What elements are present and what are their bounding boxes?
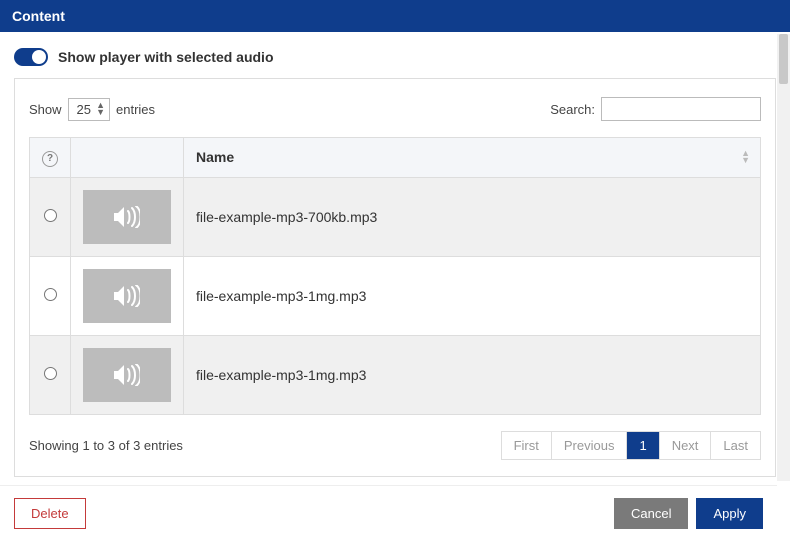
entries-prefix: Show [29,102,62,117]
row-radio[interactable] [44,209,57,222]
table-row: file-example-mp3-700kb.mp3 [30,177,761,256]
table-row: file-example-mp3-1mg.mp3 [30,256,761,335]
col-name-label: Name [196,149,234,165]
table-controls-top: Show 25 ▲▼ entries Search: [29,97,761,121]
footer-right: Cancel Apply [614,498,763,529]
page-previous[interactable]: Previous [551,432,627,459]
table-info: Showing 1 to 3 of 3 entries [29,438,183,453]
search-label: Search: [550,102,595,117]
delete-button[interactable]: Delete [14,498,86,529]
search-input[interactable] [601,97,761,121]
file-name: file-example-mp3-1mg.mp3 [196,288,366,304]
cancel-button[interactable]: Cancel [614,498,688,529]
toggle-label: Show player with selected audio [58,49,274,65]
page-number[interactable]: 1 [626,432,658,459]
entries-value: 25 [77,102,91,117]
scrollbar-thumb[interactable] [779,34,788,84]
audio-thumbnail[interactable] [83,269,171,323]
file-name: file-example-mp3-1mg.mp3 [196,367,366,383]
updown-icon: ▲▼ [96,102,105,116]
content-table: ? Name ▲▼ file-example-mp3-700kb.mp3 [29,137,761,415]
entries-control: Show 25 ▲▼ entries [29,98,155,121]
table-controls-bottom: Showing 1 to 3 of 3 entries First Previo… [29,431,761,460]
page-next[interactable]: Next [659,432,711,459]
panel-header: Content [0,0,790,32]
show-player-toggle[interactable] [14,48,48,66]
file-name: file-example-mp3-700kb.mp3 [196,209,377,225]
table-row: file-example-mp3-1mg.mp3 [30,335,761,414]
footer: Delete Cancel Apply [0,485,777,543]
speaker-icon [114,285,140,307]
page-last[interactable]: Last [710,432,760,459]
audio-thumbnail[interactable] [83,348,171,402]
audio-thumbnail[interactable] [83,190,171,244]
col-help: ? [30,138,71,178]
row-radio[interactable] [44,367,57,380]
page-first[interactable]: First [502,432,551,459]
toggle-row: Show player with selected audio [0,32,790,78]
speaker-icon [114,364,140,386]
help-icon[interactable]: ? [42,151,58,167]
entries-select[interactable]: 25 ▲▼ [68,98,110,121]
col-thumb [71,138,184,178]
scrollbar[interactable] [777,34,790,481]
search-control: Search: [550,97,761,121]
pagination: First Previous 1 Next Last [501,431,761,460]
sort-icon: ▲▼ [741,150,750,164]
row-radio[interactable] [44,288,57,301]
table-container: Show 25 ▲▼ entries Search: ? Name ▲▼ [14,78,776,477]
apply-button[interactable]: Apply [696,498,763,529]
panel-title: Content [12,8,65,24]
col-name[interactable]: Name ▲▼ [184,138,761,178]
entries-suffix: entries [116,102,155,117]
speaker-icon [114,206,140,228]
